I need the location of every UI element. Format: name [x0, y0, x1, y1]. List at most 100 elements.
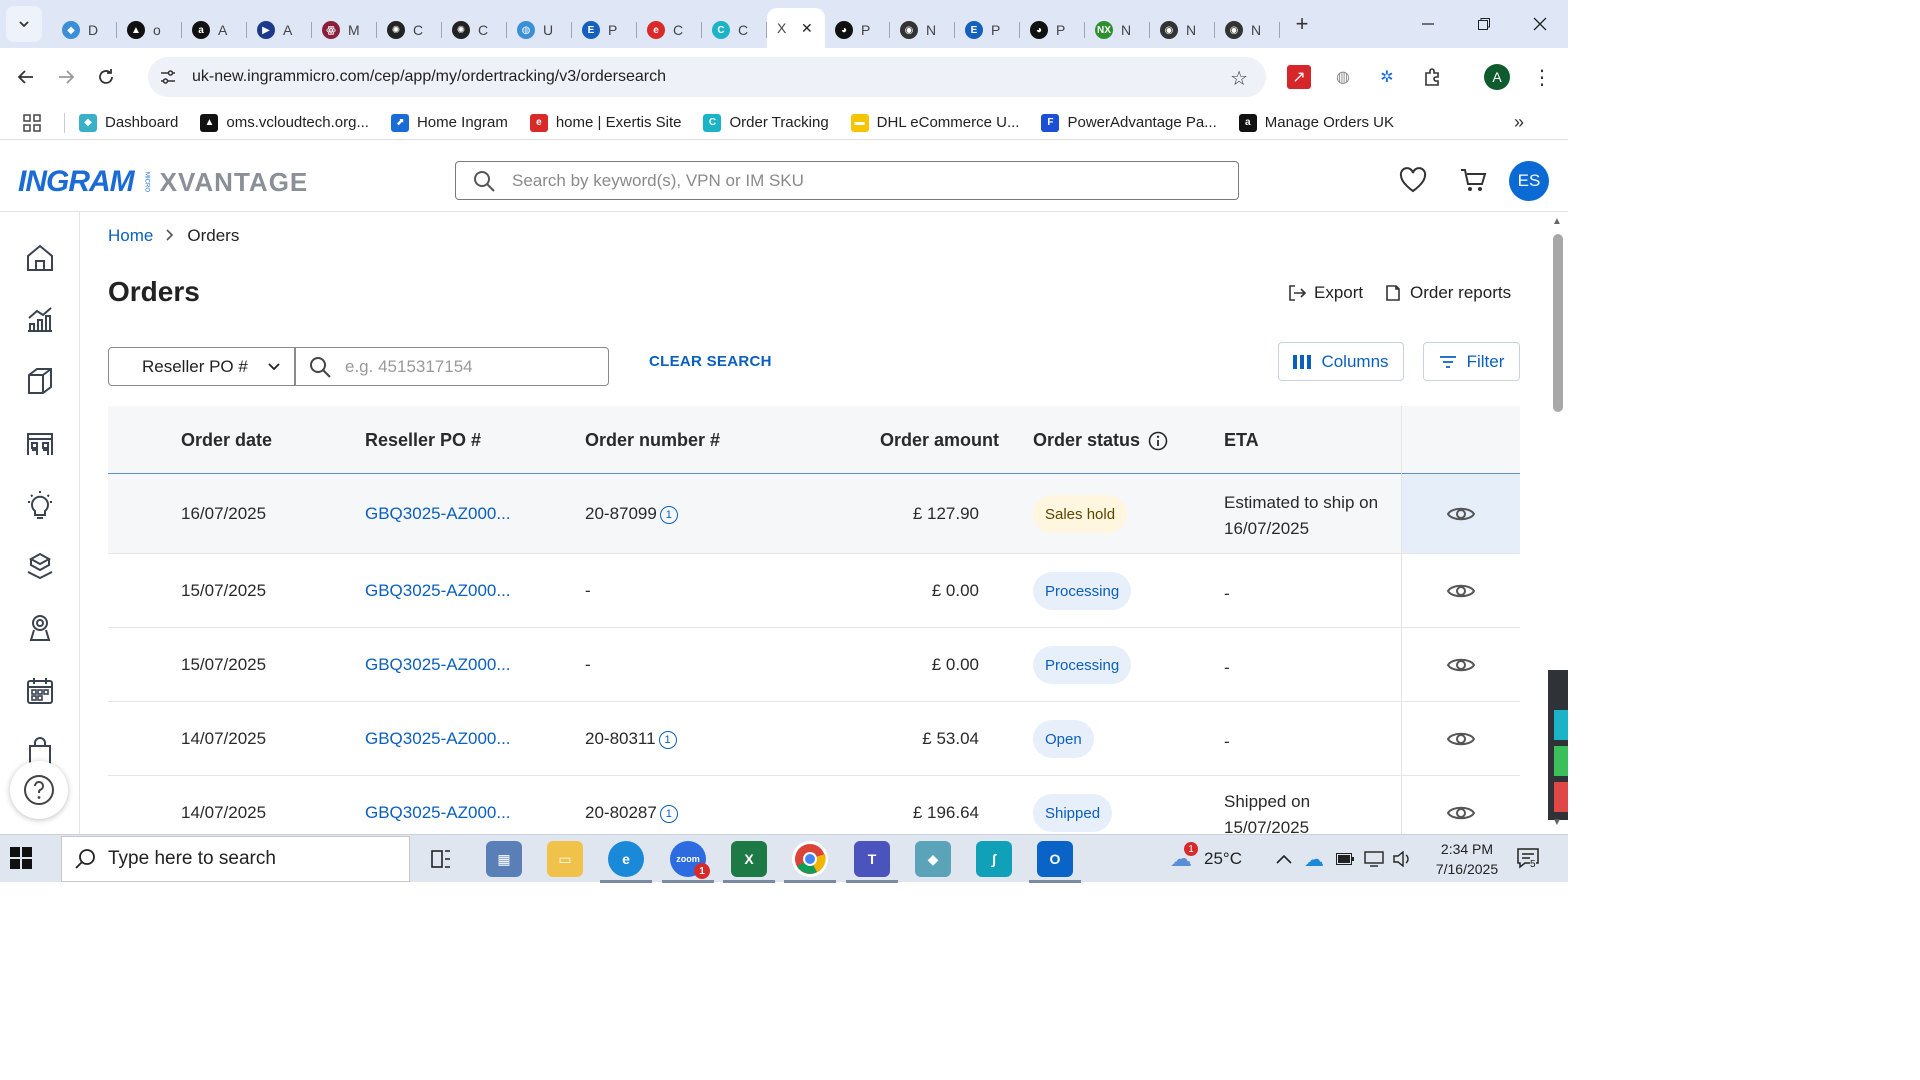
- browser-tab[interactable]: X ✕: [767, 8, 825, 48]
- table-row[interactable]: 15/07/2025 GBQ3025-AZ000... - £ 0.00 Process…: [108, 628, 1520, 702]
- info-icon[interactable]: [1148, 431, 1168, 451]
- bookmark-item[interactable]: ◆ Dashboard: [79, 113, 178, 132]
- view-order-button[interactable]: [1402, 554, 1520, 627]
- browser-tab[interactable]: ꙮM: [312, 12, 377, 48]
- apps-grid-icon[interactable]: [0, 113, 64, 132]
- clear-search-button[interactable]: CLEAR SEARCH: [649, 353, 772, 370]
- nav-support-person-icon[interactable]: [24, 612, 56, 644]
- gear-extension-icon[interactable]: ✲: [1375, 65, 1399, 89]
- order-info-icon[interactable]: 1: [659, 805, 678, 823]
- cart-icon[interactable]: [1458, 165, 1488, 195]
- bookmark-item[interactable]: e home | Exertis Site: [529, 113, 681, 132]
- header-order-amount[interactable]: Order amount: [880, 430, 999, 451]
- nav-lightbulb-icon[interactable]: [24, 489, 56, 521]
- browser-tab[interactable]: eC: [637, 12, 702, 48]
- browser-tab[interactable]: NX N: [1085, 12, 1150, 48]
- signature-app-icon[interactable]: ∫: [976, 841, 1012, 877]
- network-icon[interactable]: [1364, 835, 1384, 883]
- header-reseller-po[interactable]: Reseller PO #: [365, 430, 481, 451]
- zoom-app-icon[interactable]: zoom 1: [662, 841, 714, 883]
- cell-reseller-po-link[interactable]: GBQ3025-AZ000...: [365, 504, 511, 524]
- table-row[interactable]: 14/07/2025 GBQ3025-AZ000... 20-80287 1 £ 196…: [108, 776, 1520, 834]
- forward-button[interactable]: [46, 57, 86, 97]
- table-row[interactable]: 14/07/2025 GBQ3025-AZ000... 20-80311 1 £ 53.…: [108, 702, 1520, 776]
- browser-tab[interactable]: CC: [702, 12, 767, 48]
- order-reports-button[interactable]: Order reports: [1384, 283, 1511, 303]
- bookmark-item[interactable]: C Order Tracking: [703, 113, 829, 132]
- file-explorer-icon[interactable]: ▭: [547, 841, 583, 877]
- taskbar-clock[interactable]: 2:34 PM 7/16/2025: [1422, 839, 1512, 879]
- help-button[interactable]: [10, 761, 68, 819]
- cell-reseller-po-link[interactable]: GBQ3025-AZ000...: [365, 581, 511, 601]
- view-order-button[interactable]: [1402, 776, 1520, 834]
- new-tab-button[interactable]: +: [1284, 6, 1320, 42]
- weather-widget[interactable]: ☁ 1 25°C: [1170, 835, 1242, 883]
- nav-services-icon[interactable]: [24, 550, 56, 582]
- header-order-date[interactable]: Order date: [181, 430, 272, 451]
- browser-tab[interactable]: ◕ P: [825, 12, 890, 48]
- cell-reseller-po-link[interactable]: GBQ3025-AZ000...: [365, 803, 511, 823]
- user-avatar[interactable]: ES: [1509, 161, 1549, 201]
- excel-app-icon[interactable]: X: [723, 841, 775, 883]
- browser-tab[interactable]: ▲ o: [117, 12, 182, 48]
- browser-tab[interactable]: ◉ N: [890, 12, 955, 48]
- scroll-down-arrow-icon[interactable]: ▼: [1552, 817, 1562, 828]
- table-row[interactable]: 16/07/2025 GBQ3025-AZ000... 20-87099 1 £ 127…: [108, 474, 1520, 554]
- back-button[interactable]: [6, 57, 46, 97]
- scrollbar-thumb[interactable]: [1553, 234, 1563, 412]
- onedrive-cloud-icon[interactable]: ☁: [1304, 835, 1324, 883]
- browser-menu-icon[interactable]: ⋮: [1530, 65, 1554, 89]
- speaker-icon[interactable]: [1393, 835, 1411, 883]
- outlook-app-icon[interactable]: O: [1029, 841, 1081, 883]
- bookmark-item[interactable]: F PowerAdvantage Pa...: [1041, 113, 1217, 132]
- browser-tab[interactable]: ✺ C: [377, 12, 442, 48]
- teams-app-icon[interactable]: T: [846, 841, 898, 883]
- bookmark-item[interactable]: ⬈ Home Ingram: [390, 113, 508, 132]
- tab-search-button[interactable]: [6, 6, 42, 42]
- browser-tab[interactable]: EP: [955, 12, 1020, 48]
- columns-button[interactable]: Columns: [1278, 342, 1404, 381]
- pdf-extension-icon[interactable]: ↗: [1287, 65, 1311, 89]
- windows-start-button[interactable]: [10, 847, 46, 871]
- show-hidden-icons-chevron-icon[interactable]: [1276, 835, 1292, 883]
- view-order-button[interactable]: [1402, 702, 1520, 775]
- nav-calendar-icon[interactable]: [24, 675, 56, 707]
- order-info-icon[interactable]: 1: [658, 731, 677, 749]
- browser-tab[interactable]: ▶ A: [247, 12, 312, 48]
- view-order-button[interactable]: [1402, 628, 1520, 701]
- calculator-app-icon[interactable]: ▦: [486, 841, 522, 877]
- filter-button[interactable]: Filter: [1423, 342, 1520, 381]
- close-window-button[interactable]: [1512, 0, 1568, 48]
- more-bookmarks-icon[interactable]: »: [1514, 112, 1524, 133]
- scroll-up-arrow-icon[interactable]: ▲: [1552, 216, 1562, 227]
- browser-tab[interactable]: EP: [572, 12, 637, 48]
- ingram-xvantage-logo[interactable]: INGRAM MICRO XVANTAGE: [18, 165, 308, 199]
- bookmark-item[interactable]: ▬ DHL eCommerce U...: [850, 113, 1019, 132]
- windows-search-box[interactable]: Type here to search: [61, 836, 410, 882]
- header-eta[interactable]: ETA: [1224, 430, 1259, 451]
- export-button[interactable]: Export: [1288, 283, 1363, 303]
- minimize-button[interactable]: [1400, 0, 1456, 48]
- nav-home-icon[interactable]: [24, 242, 56, 274]
- battery-icon[interactable]: [1336, 835, 1354, 883]
- view-order-button[interactable]: [1402, 474, 1520, 553]
- nav-orders-box-icon[interactable]: [24, 365, 56, 397]
- notification-center-icon[interactable]: 5: [1516, 847, 1540, 871]
- task-view-icon[interactable]: [423, 841, 459, 877]
- browser-tab[interactable]: ◉ N: [1215, 12, 1280, 48]
- browser-tab[interactable]: ◆ D: [52, 12, 117, 48]
- header-order-status[interactable]: Order status: [1033, 430, 1168, 451]
- tab-close-icon[interactable]: ✕: [801, 20, 813, 37]
- browser-profile-avatar[interactable]: A: [1484, 64, 1510, 90]
- restore-button[interactable]: [1456, 0, 1512, 48]
- product-search-input[interactable]: [512, 170, 1212, 191]
- order-info-icon[interactable]: 1: [659, 506, 678, 524]
- breadcrumb-home-link[interactable]: Home: [108, 226, 153, 246]
- search-type-select[interactable]: Reseller PO #: [108, 347, 296, 386]
- browser-tab[interactable]: aA: [182, 12, 247, 48]
- browser-tab[interactable]: ◉ N: [1150, 12, 1215, 48]
- bookmark-item[interactable]: ▲ oms.vcloudtech.org...: [200, 113, 369, 132]
- nav-warehouse-icon[interactable]: [24, 427, 56, 459]
- site-info-icon[interactable]: [148, 69, 188, 85]
- reload-button[interactable]: [86, 57, 126, 97]
